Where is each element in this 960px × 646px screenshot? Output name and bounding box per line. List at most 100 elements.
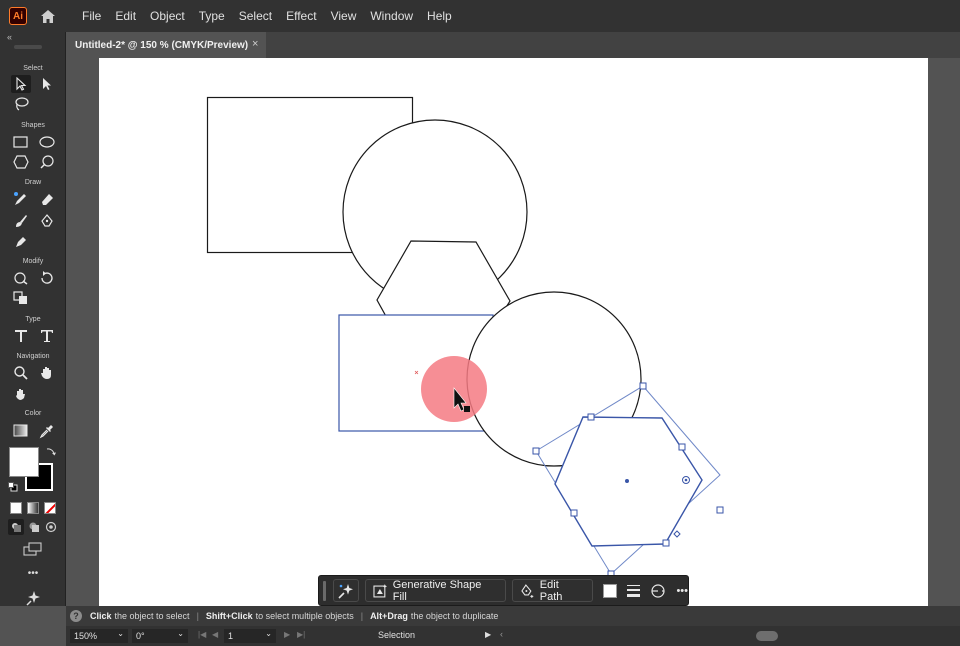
direct-selection-tool-icon[interactable] [37,75,57,93]
panel-grip[interactable] [14,45,42,49]
hint-alt-drag-text: the object to duplicate [410,611,499,621]
menu-file[interactable]: File [75,0,108,32]
hint-separator-2: | [360,611,364,621]
ai-sparkle-icon[interactable] [23,589,43,607]
status-menu-icon[interactable]: ▶ [485,630,491,639]
help-icon[interactable]: ? [70,610,82,622]
section-label-navigation: Navigation [16,353,50,360]
first-artboard-icon[interactable]: |◀ [198,630,206,639]
next-artboard-icon[interactable]: ▶ [284,630,290,639]
color-mode-icon[interactable] [10,502,22,514]
screen-mode-icon[interactable] [21,541,45,557]
polygon-tool-icon[interactable] [11,153,31,171]
pathfinder-icon[interactable] [650,583,666,599]
artboard[interactable] [99,58,928,606]
more-tools-icon[interactable]: ••• [0,568,66,579]
rotation-dropdown-icon[interactable]: ⌄ [177,629,184,638]
fill-swatch-button[interactable] [602,583,617,598]
zoom-level-value: 150% [74,631,98,641]
zoom-level-field[interactable]: 150% ⌄ [70,629,128,643]
sparkle-icon [338,583,353,599]
hint-click-key: Click [90,611,112,621]
menu-view[interactable]: View [324,0,364,32]
curvature-tool-icon[interactable] [11,233,31,251]
last-artboard-icon[interactable]: ▶| [297,630,305,639]
more-options-icon[interactable]: ••• [676,585,688,597]
paintbrush-tool-icon[interactable] [11,212,31,230]
app-logo: Ai [9,7,27,25]
status-bar: 150% ⌄ 0° ⌄ |◀ ◀ 1 ⌄ ▶ ▶| Selection ▶ ‹ [66,626,960,646]
lasso-tool-icon[interactable] [11,95,31,113]
collapse-panel-icon[interactable]: « [7,32,12,42]
menu-bar: Ai File Edit Object Type Select Effect V… [0,0,960,32]
generative-fill-icon [373,583,388,597]
section-label-modify: Modify [22,258,44,265]
eraser-tool-icon[interactable] [37,190,57,208]
fill-color-swatch[interactable] [9,447,39,477]
hint-bar: ? Click the object to select | Shift+Cli… [66,606,960,626]
generative-shape-fill-button[interactable]: Generative Shape Fill [364,579,507,603]
menu-edit[interactable]: Edit [108,0,143,32]
warp-tool-icon[interactable] [11,269,31,287]
hint-separator: | [196,611,199,621]
scroll-left-icon[interactable]: ‹ [500,629,503,639]
shape-builder-tool-icon[interactable] [11,289,31,307]
section-label-type: Type [25,316,41,323]
section-label-color: Color [24,410,42,417]
contextual-task-bar: Generative Shape Fill Edit Path ••• [318,575,689,606]
draw-behind-icon[interactable] [26,519,42,535]
rotate-tool-icon[interactable] [37,269,57,287]
rotation-field[interactable]: 0° ⌄ [132,629,188,643]
zoom-dropdown-icon[interactable]: ⌄ [117,629,124,638]
rotate-handle[interactable] [673,530,681,538]
edit-path-button[interactable]: Edit Path [512,579,593,603]
horizontal-scrollbar-thumb[interactable] [756,631,778,641]
hint-click-text: the object to select [114,611,190,621]
center-point [625,479,629,483]
document-tab-bar: Untitled-2* @ 150 % (CMYK/Preview) × [66,32,960,58]
swap-colors-icon[interactable] [45,446,57,458]
eyedropper-tool-icon[interactable] [37,422,57,440]
gradient-tool-icon[interactable] [11,422,31,440]
touch-type-tool-icon[interactable] [11,327,31,345]
cursor-square [464,406,470,412]
previous-artboard-icon[interactable]: ◀ [212,630,218,639]
menu-window[interactable]: Window [363,0,420,32]
document-tab[interactable]: Untitled-2* @ 150 % (CMYK/Preview) [66,32,266,58]
artboard-dropdown-icon[interactable]: ⌄ [265,629,272,638]
stroke-weight-icon[interactable] [626,584,641,598]
ellipse-tool-icon[interactable] [37,133,57,151]
draw-normal-icon[interactable] [8,519,24,535]
gradient-mode-icon[interactable] [27,502,39,514]
current-tool-label: Selection [378,630,416,640]
rotate-view-tool-icon[interactable] [11,385,31,403]
menu-help[interactable]: Help [420,0,459,32]
menu-type[interactable]: Type [192,0,232,32]
close-tab-icon[interactable]: × [252,38,258,50]
canvas-area[interactable] [66,58,960,606]
menu-select[interactable]: Select [232,0,279,32]
rectangle-tool-icon[interactable] [11,133,31,151]
edit-path-icon [521,583,534,598]
drag-grip[interactable] [323,580,326,601]
default-colors-icon[interactable] [8,481,18,492]
draw-inside-icon[interactable] [43,519,59,535]
section-label-shapes: Shapes [21,122,45,129]
hint-shift-click-key: Shift+Click [205,611,253,621]
zoom-tool-icon[interactable] [11,364,31,382]
type-tool-icon[interactable] [37,327,57,345]
ai-assist-button[interactable] [332,579,359,602]
menu-effect[interactable]: Effect [279,0,323,32]
selection-tool-icon[interactable] [11,75,31,93]
hint-shift-click-text: to select multiple objects [255,611,354,621]
hand-tool-icon[interactable] [37,364,57,382]
artboard-number-value: 1 [228,631,234,641]
document-tab-title: Untitled-2* @ 150 % (CMYK/Preview) [75,39,249,51]
artboard-number-field[interactable]: 1 ⌄ [224,629,276,643]
home-icon[interactable] [39,7,57,25]
pencil-tool-icon[interactable] [11,190,31,208]
pen-tool-icon[interactable] [37,212,57,230]
menu-object[interactable]: Object [143,0,192,32]
shaper-tool-icon[interactable] [37,153,57,171]
none-mode-icon[interactable] [44,502,56,514]
